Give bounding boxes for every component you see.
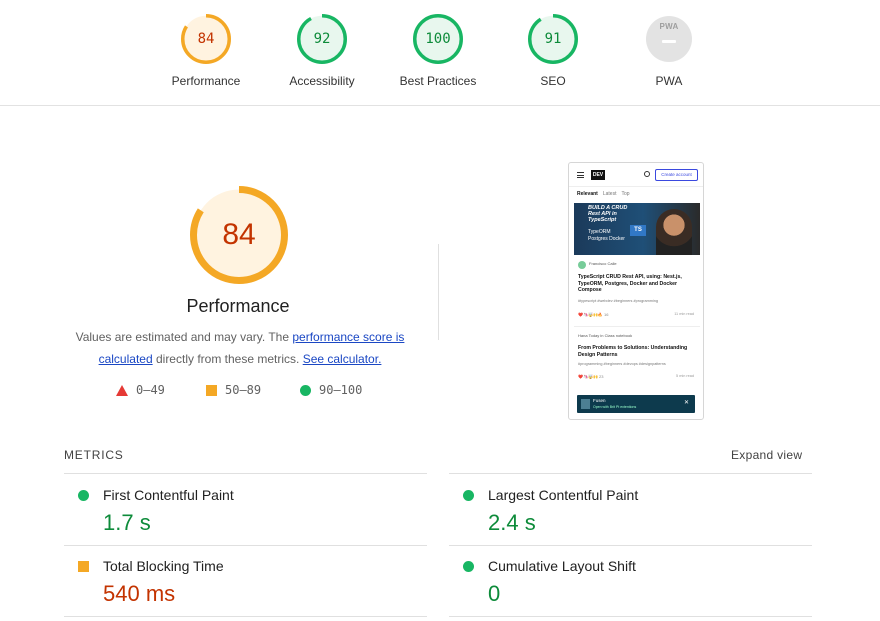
performance-title: Performance xyxy=(186,296,290,316)
legend-range: 0–49 xyxy=(136,383,165,397)
legend-item-average: 50–89 xyxy=(206,383,261,397)
pwa-badge-icon: PWA xyxy=(646,16,692,62)
notification-toast: Fusen Open with Brit Pt extentions ✕ xyxy=(577,395,695,413)
thumb-tabs: Relevant Latest Top xyxy=(577,191,635,197)
gauge-label: Performance xyxy=(171,74,241,88)
gauge-pwa[interactable]: PWA PWA xyxy=(614,14,724,88)
gauge-accessibility[interactable]: 92 Accessibility xyxy=(267,14,377,88)
search-icon xyxy=(644,171,650,177)
post-reactions: ❤️🦄🤯🙌 23 xyxy=(578,374,604,379)
gauge-ring: 100 xyxy=(413,14,463,64)
see-calculator-link[interactable]: See calculator. xyxy=(303,352,382,366)
circle-icon xyxy=(463,490,474,501)
avatar xyxy=(578,261,586,269)
post-title: From Problems to Solutions: Understandin… xyxy=(578,345,688,358)
pwa-badge-text: PWA xyxy=(659,22,679,31)
description-text: Values are estimated and may vary. The xyxy=(75,330,293,344)
hero-cover-image: BUILD A CRUD Rest API in TypeScript Type… xyxy=(574,203,700,255)
legend-range: 90–100 xyxy=(319,383,363,397)
hero-subtitle: TypeORM Postgres Docker xyxy=(588,229,625,242)
typescript-badge: TS xyxy=(630,225,646,236)
divider xyxy=(438,244,439,340)
post-author: Hana Today in Class notebook xyxy=(578,333,633,338)
gauge-seo[interactable]: 91 SEO xyxy=(498,14,608,88)
gauge-ring: 84 xyxy=(181,14,231,64)
gauge-best-practices[interactable]: 100 Best Practices xyxy=(383,14,493,88)
metric-value: 0 xyxy=(488,581,501,606)
gauge-score: 100 xyxy=(425,31,451,47)
circle-icon xyxy=(300,384,311,396)
divider xyxy=(449,616,812,617)
metric-cumulative-layout-shift: Cumulative Layout Shift 0 xyxy=(449,545,809,615)
metric-largest-contentful-paint: Largest Contentful Paint 2.4 s xyxy=(449,474,809,544)
tab-relevant: Relevant xyxy=(577,191,598,197)
performance-gauge: 84 xyxy=(190,186,288,284)
circle-icon xyxy=(78,490,89,501)
toast-title: Fusen xyxy=(593,398,606,403)
metric-name: First Contentful Paint xyxy=(103,487,234,503)
divider xyxy=(64,616,427,617)
legend-range: 50–89 xyxy=(225,383,262,397)
legend-item-fail: 0–49 xyxy=(116,383,165,397)
gauge-label: Best Practices xyxy=(399,74,477,88)
gauge-score: 91 xyxy=(544,31,562,47)
gauge-score: 84 xyxy=(197,31,215,47)
metric-value: 2.4 s xyxy=(488,510,536,535)
post-tags: #programming #beginners #devops #designp… xyxy=(578,362,666,366)
final-screenshot[interactable]: DEV Create account Relevant Latest Top BUI… xyxy=(568,162,704,420)
metric-name: Cumulative Layout Shift xyxy=(488,558,636,574)
square-icon xyxy=(206,384,217,396)
metrics-heading: METRICS xyxy=(64,448,124,462)
person-photo xyxy=(656,209,692,255)
description-text: directly from these metrics. xyxy=(152,352,303,366)
app-icon xyxy=(581,399,590,409)
gauge-performance[interactable]: 84 Performance xyxy=(151,14,261,88)
legend-item-pass: 90–100 xyxy=(300,383,362,397)
metric-first-contentful-paint: First Contentful Paint 1.7 s xyxy=(64,474,424,544)
metric-value: 1.7 s xyxy=(103,510,151,535)
circle-icon xyxy=(463,561,474,572)
gauge-ring: 91 xyxy=(528,14,578,64)
create-account-button: Create account xyxy=(655,169,698,181)
gauge-label: Accessibility xyxy=(289,74,355,88)
metric-name: Total Blocking Time xyxy=(103,558,224,574)
post-read-time: 5 min read xyxy=(676,374,694,378)
metric-name: Largest Contentful Paint xyxy=(488,487,639,503)
metric-value: 540 ms xyxy=(103,581,176,606)
post-reactions: ❤️🦄🤯🙌🔥 16 xyxy=(578,312,609,317)
close-icon: ✕ xyxy=(683,400,689,406)
post-read-time: 11 min read xyxy=(674,312,694,316)
hero-title: BUILD A CRUD Rest API in TypeScript xyxy=(588,205,628,223)
gauge-label: SEO xyxy=(540,74,566,88)
metric-total-blocking-time: Total Blocking Time 540 ms xyxy=(64,545,424,615)
scores-header: 84 Performance 92 Accessibility 100 Best… xyxy=(0,0,880,106)
post-tags: #typescript #webdev #beginners #programm… xyxy=(578,299,658,303)
dev-logo: DEV xyxy=(591,170,605,180)
post-author: Francisco Calle xyxy=(589,261,617,266)
hamburger-icon xyxy=(577,172,584,178)
triangle-icon xyxy=(116,384,128,396)
gauge-label: PWA xyxy=(655,74,683,88)
expand-view-button[interactable]: Expand view xyxy=(731,448,802,462)
gauge-ring: 92 xyxy=(297,14,347,64)
score-description: Values are estimated and may vary. The p… xyxy=(70,326,410,370)
square-icon xyxy=(78,561,89,572)
tab-latest: Latest xyxy=(602,191,617,197)
performance-score: 84 xyxy=(222,218,256,251)
thumb-header: DEV Create account xyxy=(569,163,703,187)
post-card: Hana Today in Class notebook From Proble… xyxy=(574,329,700,389)
tab-top: Top xyxy=(621,191,630,197)
post-title: TypeScript CRUD Rest API, using: Nest.js… xyxy=(578,274,682,293)
gauge-score: 92 xyxy=(313,31,331,47)
dash-icon xyxy=(662,40,676,43)
toast-subtitle: Open with Brit Pt extentions xyxy=(593,405,637,409)
post-card: Francisco Calle TypeScript CRUD Rest API… xyxy=(574,257,700,327)
